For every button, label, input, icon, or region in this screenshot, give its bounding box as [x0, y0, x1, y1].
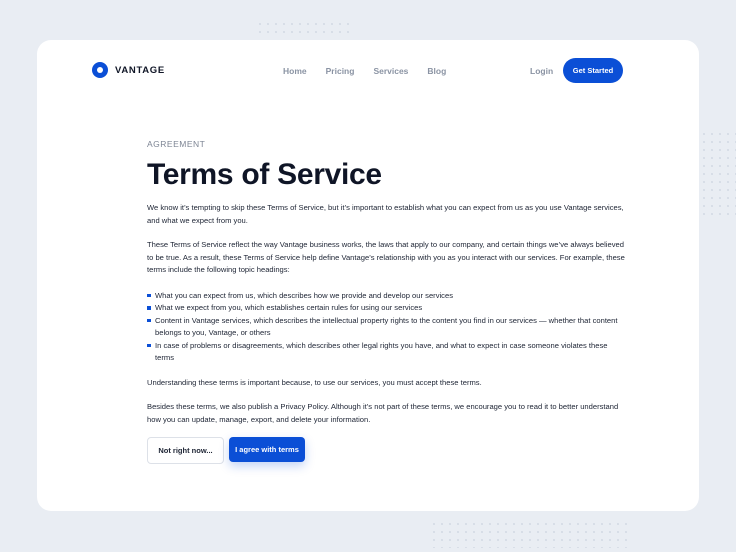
- business-paragraph: These Terms of Service reflect the way V…: [147, 240, 625, 274]
- bullet-icon: [147, 318, 151, 322]
- list-item-text: In case of problems or disagreements, wh…: [155, 340, 608, 363]
- nav-item-services[interactable]: Services: [373, 66, 408, 76]
- list-item-text: What we expect from you, which establish…: [155, 303, 423, 312]
- list-item: What you can expect from us, which descr…: [147, 290, 627, 303]
- privacy-paragraph: Besides these terms, we also publish a P…: [147, 402, 619, 424]
- terms-content: AGREEMENT Terms of Service We know it’s …: [147, 137, 627, 426]
- brand-logo[interactable]: VANTAGE: [92, 62, 165, 78]
- decorative-dots: [256, 20, 352, 38]
- main-nav: Home Pricing Services Blog: [283, 66, 465, 76]
- decorative-dots: [430, 520, 630, 548]
- list-item-text: Content in Vantage services, which descr…: [155, 315, 618, 338]
- list-item: What we expect from you, which establish…: [147, 302, 627, 315]
- page-title: Terms of Service: [147, 158, 382, 191]
- nav-item-pricing[interactable]: Pricing: [326, 66, 355, 76]
- decline-button[interactable]: Not right now...: [147, 437, 224, 464]
- bullet-icon: [147, 293, 151, 297]
- vantage-logo-icon: [92, 62, 108, 78]
- get-started-button[interactable]: Get Started: [563, 58, 623, 83]
- nav-item-home[interactable]: Home: [283, 66, 307, 76]
- brand-name: VANTAGE: [115, 64, 165, 76]
- list-item-text: What you can expect from us, which descr…: [155, 290, 453, 300]
- action-buttons: Not right now... I agree with terms: [147, 437, 305, 464]
- decorative-dots: [700, 130, 736, 220]
- list-item: In case of problems or disagreements, wh…: [147, 340, 627, 365]
- agree-button[interactable]: I agree with terms: [229, 437, 305, 462]
- acceptance-paragraph: Understanding these terms is important b…: [147, 377, 482, 387]
- topic-list: What you can expect from us, which descr…: [147, 290, 627, 365]
- section-eyebrow: AGREEMENT: [147, 139, 206, 149]
- page-card: VANTAGE Home Pricing Services Blog Login…: [37, 40, 699, 511]
- list-item: Content in Vantage services, which descr…: [147, 315, 627, 340]
- login-link[interactable]: Login: [530, 66, 553, 76]
- nav-item-blog[interactable]: Blog: [427, 66, 446, 76]
- bullet-icon: [147, 306, 151, 310]
- bullet-icon: [147, 343, 151, 347]
- intro-paragraph: We know it’s tempting to skip these Term…: [147, 203, 624, 225]
